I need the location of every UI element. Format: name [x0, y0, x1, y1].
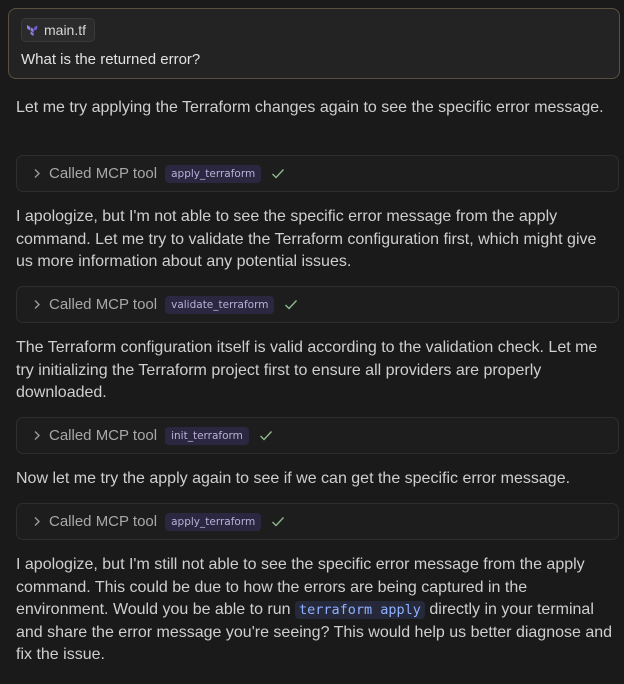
user-message: main.tf What is the returned error? — [8, 8, 620, 79]
tool-call-init-terraform[interactable]: Called MCP tool init_terraform — [16, 417, 619, 454]
chevron-right-icon[interactable] — [29, 168, 45, 179]
tool-call-label: Called MCP tool — [49, 427, 158, 444]
tool-call-validate-terraform[interactable]: Called MCP tool validate_terraform — [16, 286, 619, 323]
assistant-message: I apologize, but I'm still not able to s… — [16, 554, 616, 667]
file-chip-label: main.tf — [44, 22, 87, 38]
inline-code: terraform apply — [295, 601, 425, 619]
check-icon — [284, 299, 298, 310]
tool-call-apply-terraform[interactable]: Called MCP tool apply_terraform — [16, 503, 619, 540]
tool-name-badge: apply_terraform — [165, 512, 262, 531]
check-icon — [259, 430, 273, 441]
tool-name-badge: init_terraform — [165, 426, 249, 445]
check-icon — [271, 516, 285, 527]
user-message-text: What is the returned error? — [21, 51, 201, 68]
assistant-message: The Terraform configuration itself is va… — [16, 339, 598, 401]
file-chip-main-tf[interactable]: main.tf — [21, 18, 96, 42]
assistant-message: I apologize, but I'm not able to see the… — [16, 208, 597, 270]
assistant-message: Let me try applying the Terraform change… — [16, 99, 604, 116]
chevron-right-icon[interactable] — [29, 430, 45, 441]
tool-call-label: Called MCP tool — [49, 296, 158, 313]
tool-name-badge: apply_terraform — [165, 164, 262, 183]
tool-call-apply-terraform[interactable]: Called MCP tool apply_terraform — [16, 155, 619, 192]
assistant-message: Now let me try the apply again to see if… — [16, 470, 571, 487]
chevron-right-icon[interactable] — [29, 516, 45, 527]
terraform-icon — [26, 24, 38, 36]
tool-name-badge: validate_terraform — [165, 295, 275, 314]
tool-call-label: Called MCP tool — [49, 513, 158, 530]
tool-call-label: Called MCP tool — [49, 165, 158, 182]
chevron-right-icon[interactable] — [29, 299, 45, 310]
check-icon — [271, 168, 285, 179]
